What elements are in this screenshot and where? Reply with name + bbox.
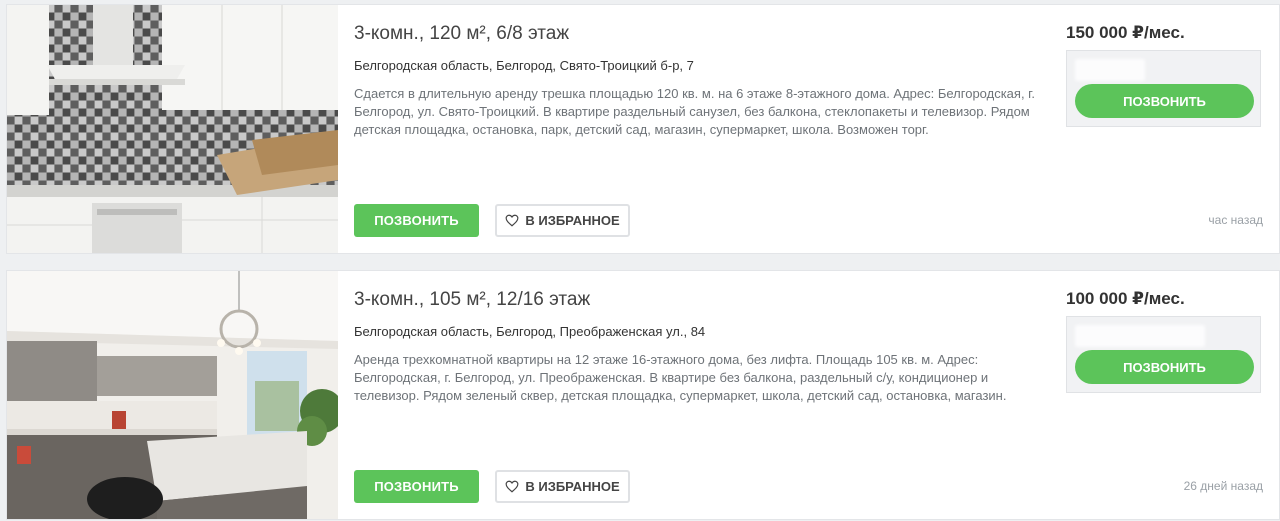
posted-time: час назад: [1208, 213, 1263, 227]
listing-photo[interactable]: [7, 5, 338, 253]
favorites-label: В ИЗБРАННОЕ: [525, 213, 620, 228]
listing-card[interactable]: 3-комн., 105 м², 12/16 этаж Белгородская…: [6, 270, 1280, 520]
listing-description: Сдается в длительную аренду трешка площа…: [354, 86, 1035, 137]
phone-number-hidden[interactable]: [1075, 59, 1145, 81]
posted-time: 26 дней назад: [1183, 479, 1263, 493]
side-call-button[interactable]: ПОЗВОНИТЬ: [1075, 84, 1254, 118]
add-to-favorites-button[interactable]: В ИЗБРАННОЕ: [495, 470, 630, 503]
kitchen-photo: [7, 271, 338, 519]
listing-card[interactable]: 3-комн., 120 м², 6/8 этаж Белгородская о…: [6, 4, 1280, 254]
side-call-button[interactable]: ПОЗВОНИТЬ: [1075, 350, 1254, 384]
listing-address: Белгородская область, Белгород, Преображ…: [354, 324, 706, 339]
contact-box: ПОЗВОНИТЬ: [1066, 50, 1261, 127]
phone-number-hidden[interactable]: [1075, 325, 1205, 347]
listing-photo[interactable]: [7, 271, 338, 519]
listing-description: Аренда трехкомнатной квартиры на 12 этаж…: [354, 352, 1007, 403]
call-button[interactable]: ПОЗВОНИТЬ: [354, 204, 479, 237]
heart-outline-icon: [505, 480, 519, 493]
listing-feed: 3-комн., 120 м², 6/8 этаж Белгородская о…: [0, 0, 1280, 521]
kitchen-photo: [7, 5, 338, 253]
call-button[interactable]: ПОЗВОНИТЬ: [354, 470, 479, 503]
listing-title[interactable]: 3-комн., 105 м², 12/16 этаж: [354, 289, 590, 311]
listing-address: Белгородская область, Белгород, Свято-Тр…: [354, 58, 694, 73]
heart-outline-icon: [505, 214, 519, 227]
listing-price: 150 000 ₽/мес.: [1066, 23, 1185, 42]
listing-price: 100 000 ₽/мес.: [1066, 289, 1185, 308]
favorites-label: В ИЗБРАННОЕ: [525, 479, 620, 494]
contact-box: ПОЗВОНИТЬ: [1066, 316, 1261, 393]
add-to-favorites-button[interactable]: В ИЗБРАННОЕ: [495, 204, 630, 237]
listing-title[interactable]: 3-комн., 120 м², 6/8 этаж: [354, 23, 569, 45]
